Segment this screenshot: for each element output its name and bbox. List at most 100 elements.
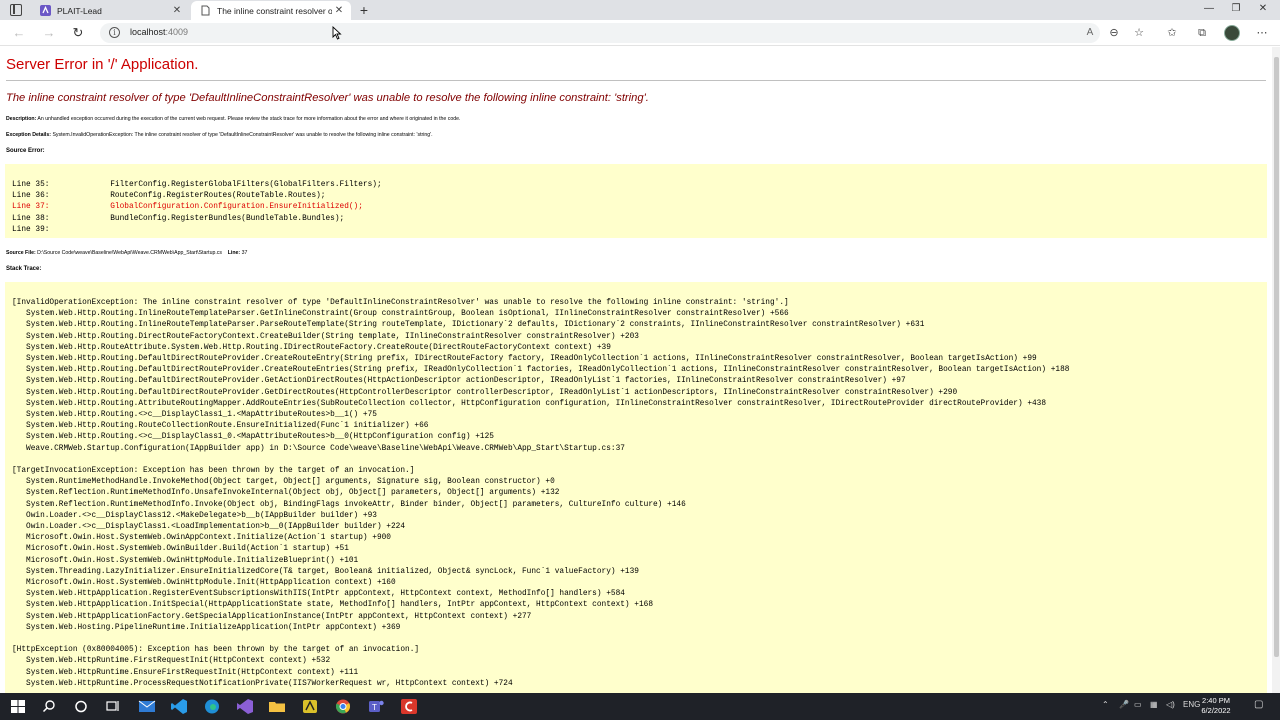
line-label: Line:	[227, 250, 241, 256]
stack-trace-line: System.Web.Http.Routing.DefaultDirectRou…	[12, 355, 1037, 363]
clock-date: 6/2/2022	[1201, 706, 1231, 715]
zoom-icon[interactable]: ⊖	[1106, 26, 1122, 40]
stack-trace-line: System.Web.HttpApplication.RegisterEvent…	[12, 590, 625, 599]
stack-trace-line: System.Web.Http.Routing.AttributeRouting…	[12, 399, 1047, 408]
page-title: Server Error in '/' Application.	[6, 56, 199, 73]
teams-icon[interactable]: T	[367, 698, 385, 715]
stack-trace-line: Microsoft.Owin.Host.SystemWeb.OwinAppCon…	[12, 534, 391, 543]
source-line: Line 36: RouteConfig.RegisterRoutes(Rout…	[12, 192, 326, 201]
stack-trace-line: Weave.CRMWeb.Startup.Configuration(IAppB…	[12, 444, 625, 453]
info-icon[interactable]: i	[109, 27, 120, 38]
visual-studio-icon[interactable]	[236, 698, 254, 715]
tab-server-error[interactable]: The inline constraint resolver of ✕	[191, 1, 351, 20]
stack-trace-box: [InvalidOperationException: The inline c…	[5, 282, 1267, 693]
read-aloud-icon[interactable]: A	[1083, 27, 1097, 38]
favorites-icon[interactable]: ✩	[1164, 26, 1180, 40]
restore-icon[interactable]: ❐	[1226, 3, 1246, 14]
stack-trace-line: System.Web.Http.Routing.RouteCollectionR…	[12, 422, 429, 431]
source-file-path: D:\Source Code\weave\Baseline\WebApi\Wea…	[37, 250, 222, 256]
microphone-icon[interactable]: 🎤	[1119, 700, 1129, 709]
volume-icon[interactable]: ◁)	[1166, 700, 1175, 709]
back-icon[interactable]: ←	[11, 25, 27, 41]
more-options-icon[interactable]: ⋯	[1254, 26, 1270, 40]
stack-trace-line: System.Web.Hosting.PipelineRuntime.Initi…	[12, 623, 401, 632]
source-file-label: Source File:	[6, 250, 36, 256]
new-tab-button[interactable]: +	[356, 2, 372, 18]
profile-avatar[interactable]	[1224, 25, 1240, 41]
stack-trace-line: [InvalidOperationException: The inline c…	[12, 299, 789, 307]
tab-strip: PLAIT-Lead ✕ The inline constraint resol…	[0, 0, 1280, 20]
stack-trace-line: [TargetInvocationException: Exception ha…	[12, 467, 415, 475]
stack-trace-line: [HttpException (0x80004005): Exception h…	[12, 646, 420, 655]
description-text: An unhandled exception occurred during t…	[37, 116, 461, 122]
stack-trace-line: Microsoft.Owin.Host.SystemWeb.OwinHttpMo…	[12, 556, 359, 565]
stack-trace-line: System.Web.Http.Routing.<>c__DisplayClas…	[12, 411, 377, 419]
stack-trace-line: System.Web.Http.Routing.DefaultDirectRou…	[12, 366, 1070, 375]
stack-trace-line: System.Web.Http.Routing.DefaultDirectRou…	[12, 388, 958, 397]
description: Description: An unhandled exception occu…	[6, 116, 460, 122]
cortana-icon[interactable]	[72, 698, 90, 715]
stack-trace-line: System.Web.HttpApplication.InitSpecial(H…	[12, 601, 654, 610]
source-line: Line 38: BundleConfig.RegisterBundles(Bu…	[12, 214, 345, 223]
task-view-icon[interactable]	[104, 698, 122, 715]
taskbar-clock[interactable]: 2:40 PM 6/2/2022	[1196, 696, 1236, 716]
tab-title: The inline constraint resolver of	[217, 5, 332, 16]
svg-text:T: T	[372, 703, 377, 712]
stack-trace-line: System.Web.Http.Routing.DirectRouteFacto…	[12, 332, 639, 341]
edge-browser-icon[interactable]	[203, 698, 221, 715]
tab-close-icon[interactable]: ✕	[332, 5, 346, 16]
stack-trace-line: System.Reflection.RuntimeMethodInfo.Unsa…	[12, 489, 560, 498]
mail-icon[interactable]	[138, 698, 156, 715]
battery-icon[interactable]: ▭	[1134, 700, 1142, 709]
stack-trace-line: System.Web.Http.RouteAttribute.System.We…	[12, 343, 611, 352]
search-icon[interactable]	[40, 698, 58, 715]
window-close-icon[interactable]: ✕	[1253, 3, 1273, 14]
clock-time: 2:40 PM	[1202, 696, 1230, 705]
page-favicon-icon	[201, 5, 210, 16]
source-line: Line 35: FilterConfig.RegisterGlobalFilt…	[12, 181, 382, 189]
page-content: Server Error in '/' Application. The inl…	[0, 47, 1272, 693]
address-bar[interactable]: i localhost:4009 A	[100, 23, 1100, 43]
collections-icon[interactable]: ⧉	[1194, 26, 1210, 40]
browser-toolbar: ← → ↻ i localhost:4009 A ⊖ ☆ ✩ ⧉ ⋯	[0, 20, 1280, 46]
tab-plait-lead[interactable]: PLAIT-Lead ✕	[31, 1, 189, 20]
source-line-error: Line 37: GlobalConfiguration.Configurati…	[12, 203, 363, 212]
app-icon[interactable]	[301, 698, 319, 715]
page-scrollbar[interactable]	[1272, 47, 1280, 693]
stack-trace-line: System.Web.Http.Routing.InlineRouteTempl…	[12, 310, 789, 319]
windows-start-icon[interactable]	[9, 698, 27, 715]
red-app-icon[interactable]	[400, 698, 418, 715]
stack-trace-line: System.RuntimeMethodHandle.InvokeMethod(…	[12, 478, 555, 487]
scrollbar-thumb[interactable]	[1274, 57, 1279, 657]
source-error-label: Source Error:	[6, 148, 45, 154]
stack-trace-line: System.Web.HttpRuntime.FirstRequestInit(…	[12, 657, 331, 666]
stack-trace-label: Stack Trace:	[6, 266, 42, 272]
stack-trace-line: Owin.Loader.<>c__DisplayClass1.<LoadImpl…	[12, 523, 406, 531]
error-message: The inline constraint resolver of type '…	[6, 92, 649, 104]
divider	[6, 80, 1266, 81]
stack-trace-line: System.Web.Http.Routing.DefaultDirectRou…	[12, 377, 906, 386]
url-text[interactable]: localhost:4009	[130, 27, 188, 37]
tab-title: PLAIT-Lead	[57, 5, 102, 16]
stack-trace-line: System.Reflection.RuntimeMethodInfo.Invo…	[12, 500, 686, 509]
stack-trace-line: System.Web.HttpRuntime.EnsureFirstReques…	[12, 668, 359, 677]
stack-trace-line: System.Web.Http.Routing.InlineRouteTempl…	[12, 321, 925, 330]
exception-label: Exception Details:	[6, 132, 51, 138]
refresh-icon[interactable]: ↻	[70, 25, 86, 41]
add-favorite-icon[interactable]: ☆	[1131, 26, 1147, 40]
tab-actions-icon[interactable]	[10, 4, 22, 16]
tray-chevron-icon[interactable]: ⌃	[1102, 700, 1109, 709]
network-icon[interactable]: ▦	[1150, 700, 1158, 709]
minimize-icon[interactable]: —	[1199, 3, 1219, 14]
source-file: Source File: D:\Source Code\weave\Baseli…	[6, 250, 247, 256]
notifications-icon[interactable]: ▢	[1254, 699, 1263, 710]
visual-studio-code-icon[interactable]	[170, 698, 188, 715]
windows-taskbar: T ⌃ 🎤 ▭ ▦ ◁) ENG 2:40 PM 6/2/2022 ▢	[0, 693, 1280, 720]
chrome-icon[interactable]	[334, 698, 352, 715]
tab-close-icon[interactable]: ✕	[170, 5, 184, 16]
source-line: Line 39:	[12, 225, 50, 234]
description-label: Description:	[6, 116, 37, 122]
mouse-cursor-icon	[332, 26, 342, 40]
forward-icon[interactable]: →	[41, 25, 57, 41]
file-explorer-icon[interactable]	[268, 698, 286, 715]
